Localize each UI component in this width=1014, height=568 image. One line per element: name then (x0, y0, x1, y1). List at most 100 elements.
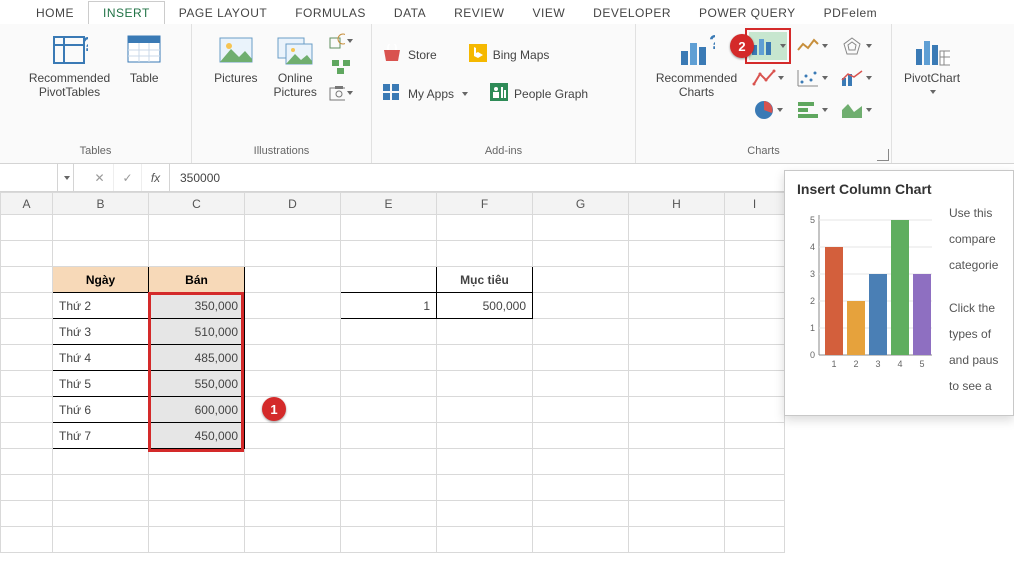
cell-day-5[interactable]: Thứ 7 (53, 423, 149, 449)
group-tables-label: Tables (8, 143, 183, 161)
group-pivotchart-label (900, 143, 964, 161)
col-header-C[interactable]: C (149, 193, 245, 215)
col-header-F[interactable]: F (437, 193, 533, 215)
cell-day-3[interactable]: Thứ 5 (53, 371, 149, 397)
recommended-charts-label: Recommended Charts (656, 72, 737, 100)
cell-target-v[interactable]: 500,000 (437, 293, 533, 319)
insert-pie-chart-button[interactable] (749, 96, 787, 124)
recommended-pivottables-label: Recommended PivotTables (29, 72, 110, 100)
group-addins: Store Bing Maps My Apps People Graph (372, 24, 636, 163)
cell-sold-2[interactable]: 485,000 (149, 345, 245, 371)
pictures-button[interactable]: Pictures (210, 30, 261, 88)
insert-scatter-chart-button[interactable] (793, 64, 831, 92)
callout-badge-1: 1 (262, 397, 286, 421)
insert-radar-chart-button[interactable] (837, 32, 875, 60)
insert-function-button[interactable]: fx (142, 164, 170, 191)
people-graph-button[interactable]: People Graph (488, 79, 590, 108)
col-header-A[interactable]: A (1, 193, 53, 215)
cell-sold-1[interactable]: 510,000 (149, 319, 245, 345)
smartart-button[interactable] (329, 56, 353, 78)
group-illustrations: Pictures Online Pictures Illustrations (192, 24, 372, 163)
group-charts: ? Recommended Charts Charts (636, 24, 892, 163)
recommended-charts-button[interactable]: ? Recommended Charts (652, 30, 741, 102)
tab-data[interactable]: DATA (380, 2, 440, 24)
group-illustrations-label: Illustrations (200, 143, 363, 161)
header-target[interactable]: Mục tiêu (437, 267, 533, 293)
cell-day-1[interactable]: Thứ 3 (53, 319, 149, 345)
pivottable-icon: ? (52, 32, 88, 68)
my-apps-label: My Apps (408, 87, 454, 101)
header-sold[interactable]: Bán (149, 267, 245, 293)
col-header-I[interactable]: I (725, 193, 785, 215)
dropdown-icon (930, 90, 936, 94)
recommended-pivottables-button[interactable]: ? Recommended PivotTables (25, 30, 114, 102)
dropdown-icon (462, 92, 468, 96)
group-addins-label: Add-ins (380, 143, 627, 161)
svg-text:2: 2 (810, 296, 815, 306)
store-label: Store (408, 48, 437, 62)
screenshot-button[interactable] (329, 82, 353, 104)
cell-day-4[interactable]: Thứ 6 (53, 397, 149, 423)
tab-insert[interactable]: INSERT (88, 1, 165, 24)
screentip-insert-column-chart: Insert Column Chart 012345 (784, 170, 1014, 416)
col-header-E[interactable]: E (341, 193, 437, 215)
insert-line-chart-button[interactable] (749, 64, 787, 92)
table-label: Table (130, 72, 159, 86)
col-header-H[interactable]: H (629, 193, 725, 215)
table-button[interactable]: Table (122, 30, 166, 88)
cell-sold-0[interactable]: 350,000 (149, 293, 245, 319)
col-header-B[interactable]: B (53, 193, 149, 215)
col-header-D[interactable]: D (245, 193, 341, 215)
cell-day-0[interactable]: Thứ 2 (53, 293, 149, 319)
insert-stock-chart-button[interactable] (793, 32, 831, 60)
store-icon (382, 44, 402, 65)
svg-text:4: 4 (897, 359, 902, 369)
tab-home[interactable]: HOME (22, 2, 88, 24)
cell-target-n[interactable]: 1 (341, 293, 437, 319)
online-pictures-button[interactable]: Online Pictures (270, 30, 321, 102)
bing-icon (469, 44, 487, 65)
tab-developer[interactable]: DEVELOPER (579, 2, 685, 24)
my-apps-button[interactable]: My Apps (380, 79, 470, 108)
enter-formula-button[interactable]: ✓ (114, 164, 142, 191)
tab-formulas[interactable]: FORMULAS (281, 2, 380, 24)
insert-area-chart-button[interactable] (837, 96, 875, 124)
callout-badge-2: 2 (730, 34, 754, 58)
name-box[interactable] (0, 164, 58, 191)
insert-bar-chart-button[interactable] (793, 96, 831, 124)
tab-pdfelement[interactable]: PDFelem (810, 2, 892, 24)
pivotchart-icon (914, 32, 950, 68)
header-day[interactable]: Ngày (53, 267, 149, 293)
people-graph-icon (490, 83, 508, 104)
pivotchart-button[interactable]: PivotChart (900, 30, 964, 96)
cancel-formula-button[interactable]: ✕ (86, 164, 114, 191)
bing-maps-button[interactable]: Bing Maps (467, 40, 552, 69)
svg-text:5: 5 (919, 359, 924, 369)
bing-maps-label: Bing Maps (493, 48, 550, 62)
column-headers[interactable]: A B C D E F G H I (1, 193, 785, 215)
store-button[interactable]: Store (380, 40, 439, 69)
charts-dialog-launcher[interactable] (877, 149, 889, 161)
tab-view[interactable]: VIEW (518, 2, 579, 24)
ribbon: ? Recommended PivotTables Table Tables P… (0, 24, 1014, 164)
cell-day-2[interactable]: Thứ 4 (53, 345, 149, 371)
tab-review[interactable]: REVIEW (440, 2, 518, 24)
col-header-G[interactable]: G (533, 193, 629, 215)
cell-sold-3[interactable]: 550,000 (149, 371, 245, 397)
group-tables: ? Recommended PivotTables Table Tables (0, 24, 192, 163)
cell-sold-4[interactable]: 600,000 (149, 397, 245, 423)
svg-text:?: ? (709, 33, 715, 54)
apps-icon (382, 83, 402, 104)
tab-page-layout[interactable]: PAGE LAYOUT (165, 2, 281, 24)
svg-text:2: 2 (853, 359, 858, 369)
svg-text:4: 4 (810, 242, 815, 252)
table-icon (126, 32, 162, 68)
insert-column-chart-button[interactable] (749, 32, 787, 60)
recommended-charts-icon: ? (679, 32, 715, 68)
target-col-blank[interactable] (341, 267, 437, 293)
shapes-button[interactable] (329, 30, 353, 52)
cell-sold-5[interactable]: 450,000 (149, 423, 245, 449)
tab-power-query[interactable]: POWER QUERY (685, 2, 810, 24)
insert-combo-chart-button[interactable] (837, 64, 875, 92)
name-box-dropdown[interactable] (58, 164, 74, 191)
